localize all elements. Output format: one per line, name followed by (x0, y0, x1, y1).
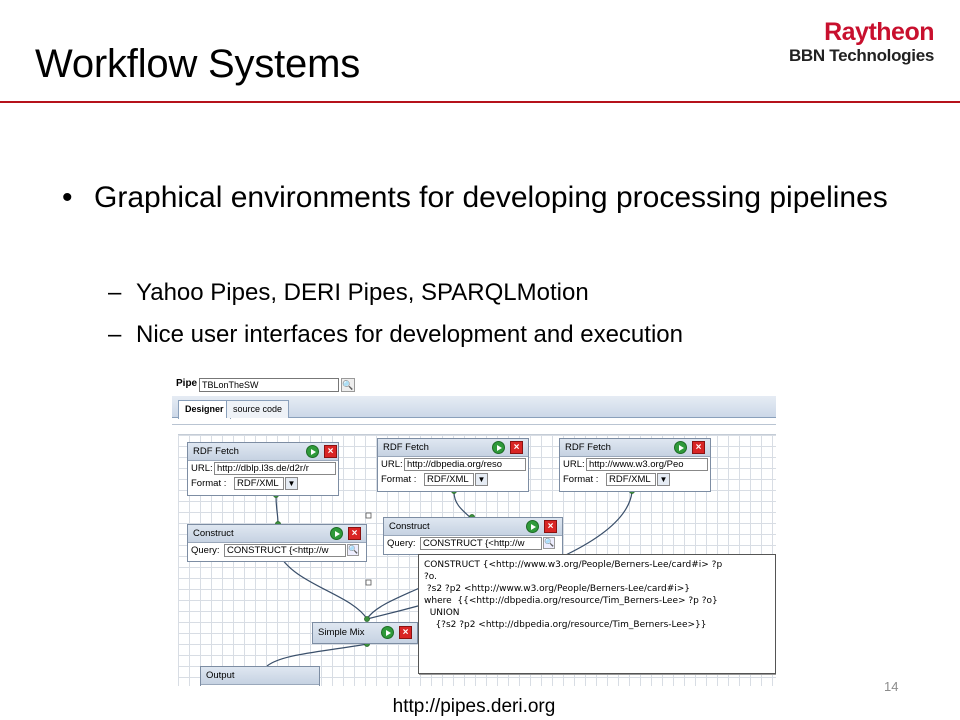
module-header: Simple Mix × (313, 623, 417, 643)
bullet-main: • Graphical environments for developing … (62, 180, 922, 216)
module-title: RDF Fetch (565, 442, 611, 453)
code-line: ?s2 ?p2 <http://www.w3.org/People/Berner… (424, 584, 691, 594)
query-label: Query: (191, 545, 220, 556)
search-icon[interactable]: 🔍 (543, 537, 555, 549)
url-row: URL: http://dblp.l3s.de/d2r/r (188, 461, 338, 476)
logo-subtitle: BBN Technologies (788, 46, 934, 65)
query-row: Query: CONSTRUCT {<http://w 🔍 (384, 536, 562, 551)
bullet-sub-1-text: Yahoo Pipes, DERI Pipes, SPARQLMotion (136, 279, 589, 306)
rdf-fetch-module-3[interactable]: RDF Fetch × URL: http://www.w3.org/Peo Fo… (559, 438, 711, 492)
slide-title: Workflow Systems (35, 42, 361, 86)
run-icon[interactable] (526, 520, 539, 533)
construct-module-2[interactable]: Construct × Query: CONSTRUCT {<http://w 🔍 (383, 517, 563, 555)
simple-mix-module[interactable]: Simple Mix × (312, 622, 418, 644)
module-header: Construct × (384, 518, 562, 536)
query-field[interactable]: CONSTRUCT {<http://w (420, 537, 542, 550)
query-field[interactable]: CONSTRUCT {<http://w (224, 544, 346, 557)
title-rule (0, 101, 960, 103)
format-label: Format : (191, 478, 227, 489)
module-title: Construct (389, 521, 430, 532)
url-field[interactable]: http://dblp.l3s.de/d2r/r (214, 462, 336, 475)
run-icon[interactable] (306, 445, 319, 458)
module-title: Construct (193, 528, 234, 539)
module-title: RDF Fetch (383, 442, 429, 453)
url-field[interactable]: http://dbpedia.org/reso (404, 458, 526, 471)
format-row: Format : RDF/XML ▼ (560, 472, 710, 487)
bullet-dash: – (108, 321, 122, 348)
format-row: Format : RDF/XML ▼ (378, 472, 528, 487)
close-icon[interactable]: × (544, 520, 557, 533)
bullet-main-text: Graphical environments for developing pr… (94, 181, 888, 214)
source-url-caption: http://pipes.deri.org (0, 696, 960, 718)
sparql-query-editor[interactable]: CONSTRUCT {<http://www.w3.org/People/Ber… (418, 554, 776, 674)
module-header: RDF Fetch × (378, 439, 528, 457)
bullet-dash: – (108, 279, 122, 306)
module-title: Output (206, 670, 235, 681)
format-label: Format : (563, 474, 599, 485)
code-line: UNION (424, 608, 460, 618)
code-line: {?s2 ?p2 <http://dbpedia.org/resource/Ti… (424, 620, 707, 630)
code-line: where {{<http://dbpedia.org/resource/Tim… (424, 596, 718, 606)
run-icon[interactable] (330, 527, 343, 540)
url-label: URL: (381, 459, 403, 470)
close-icon[interactable]: × (399, 626, 412, 639)
bullet-sub-2: – Nice user interfaces for development an… (108, 320, 683, 350)
rdf-fetch-module-2[interactable]: RDF Fetch × URL: http://dbpedia.org/reso … (377, 438, 529, 492)
run-icon[interactable] (492, 441, 505, 454)
run-icon[interactable] (381, 626, 394, 639)
module-title: RDF Fetch (193, 446, 239, 457)
close-icon[interactable]: × (692, 441, 705, 454)
search-icon[interactable]: 🔍 (347, 544, 359, 556)
module-header: RDF Fetch × (188, 443, 338, 461)
module-header: RDF Fetch × (560, 439, 710, 457)
close-icon[interactable]: × (348, 527, 361, 540)
bullet-dot: • (62, 181, 73, 214)
format-label: Format : (381, 474, 417, 485)
logo-brand: Raytheon (824, 18, 934, 46)
query-row: Query: CONSTRUCT {<http://w 🔍 (188, 543, 366, 558)
construct-module-1[interactable]: Construct × Query: CONSTRUCT {<http://w 🔍 (187, 524, 367, 562)
source-url[interactable]: http://pipes.deri.org (393, 696, 556, 717)
url-label: URL: (563, 459, 585, 470)
code-line: CONSTRUCT {<http://www.w3.org/People/Ber… (424, 560, 723, 570)
query-label: Query: (387, 538, 416, 549)
url-field[interactable]: http://www.w3.org/Peo (586, 458, 708, 471)
format-select[interactable]: RDF/XML (424, 473, 474, 486)
dropdown-arrow-icon[interactable]: ▼ (657, 473, 670, 486)
format-select[interactable]: RDF/XML (234, 477, 284, 490)
format-row: Format : RDF/XML ▼ (188, 476, 338, 491)
dropdown-arrow-icon[interactable]: ▼ (285, 477, 298, 490)
url-label: URL: (191, 463, 213, 474)
dropdown-arrow-icon[interactable]: ▼ (475, 473, 488, 486)
bullet-sub-2-text: Nice user interfaces for development and… (136, 321, 683, 348)
format-select[interactable]: RDF/XML (606, 473, 656, 486)
page-number: 14 (884, 679, 899, 694)
module-header: Construct × (188, 525, 366, 543)
module-title: Simple Mix (318, 627, 365, 638)
raytheon-logo: Raytheon BBN Technologies (788, 18, 935, 66)
pipes-screenshot: Pipe id TBLonTheSW 🔍 Designer source cod… (172, 374, 776, 686)
url-row: URL: http://dbpedia.org/reso (378, 457, 528, 472)
code-line: ?o. (424, 572, 437, 582)
bullet-sub-1: – Yahoo Pipes, DERI Pipes, SPARQLMotion (108, 278, 589, 308)
url-row: URL: http://www.w3.org/Peo (560, 457, 710, 472)
rdf-fetch-module-1[interactable]: RDF Fetch × URL: http://dblp.l3s.de/d2r/r… (187, 442, 339, 496)
module-header: Output (201, 667, 319, 685)
run-icon[interactable] (674, 441, 687, 454)
close-icon[interactable]: × (510, 441, 523, 454)
close-icon[interactable]: × (324, 445, 337, 458)
output-module[interactable]: Output (200, 666, 320, 686)
